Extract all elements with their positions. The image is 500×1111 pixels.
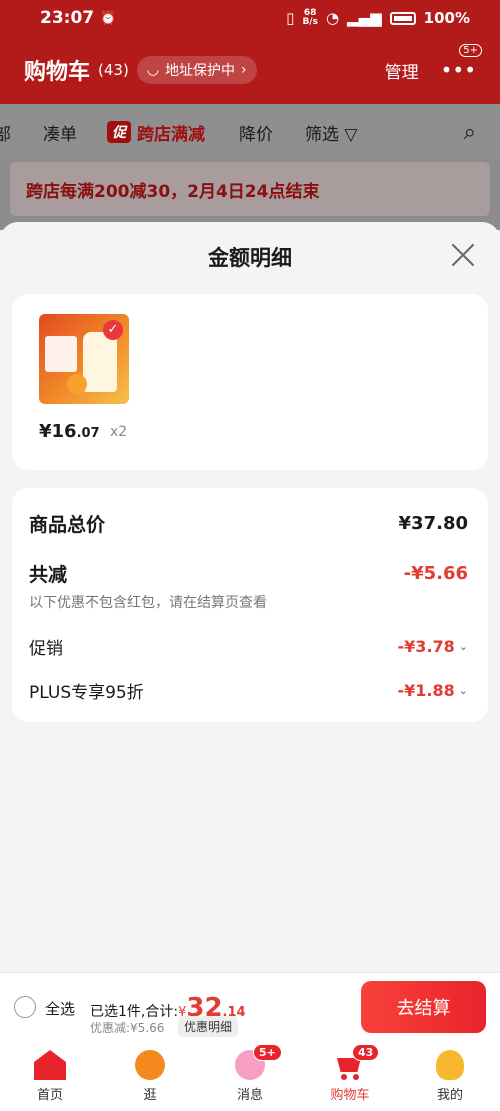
status-icons: ▯ 68 B/s ◔ ▂▄▆ 100%	[286, 8, 470, 28]
wifi-icon: ◔	[325, 9, 340, 27]
product-bottle-art	[83, 332, 117, 392]
product-quantity: x2	[110, 424, 128, 440]
check-icon: ✓	[103, 320, 123, 340]
cart-icon: 43	[334, 1044, 380, 1080]
plus-label: PLUS专享95折	[29, 683, 144, 703]
select-all-radio[interactable]	[14, 996, 36, 1018]
cart-wheel-art	[353, 1074, 359, 1080]
product-price-dec: .07	[76, 426, 100, 441]
status-time: 23:07	[40, 8, 95, 28]
page-title: 购物车	[24, 60, 91, 85]
total-label: 商品总价	[29, 514, 106, 536]
filter-bar: 部 凑单 促 跨店满减 降价 筛选 ▽ ⌕	[0, 104, 500, 160]
promo-label: 促销	[29, 639, 63, 659]
tab-me-label: 我的	[436, 1088, 463, 1103]
cart-badge: 43	[352, 1044, 380, 1061]
filter-cross-store-label: 跨店满减	[137, 124, 205, 145]
battery-percent: 100%	[423, 9, 470, 27]
filter-all[interactable]: 部	[0, 120, 11, 145]
tab-messages-label: 消息	[236, 1088, 263, 1103]
home-icon	[34, 1050, 66, 1080]
tab-home-label: 首页	[36, 1088, 63, 1103]
product-card: ✓ ¥16.07 x2	[12, 294, 488, 470]
search-icon[interactable]: ⌕	[464, 120, 476, 145]
promo-value: -¥3.78	[397, 637, 455, 656]
signal-icon: ▂▄▆	[347, 9, 382, 27]
tab-messages[interactable]: 5+ 消息	[200, 1042, 300, 1111]
tab-stroll-label: 逛	[143, 1088, 157, 1103]
filter-bundle[interactable]: 凑单	[43, 120, 77, 145]
total-row: 商品总价 ¥37.80	[29, 510, 468, 537]
funnel-icon: ▽	[344, 124, 358, 145]
cart-wheel-art	[341, 1074, 347, 1080]
net-speed: 68 B/s	[302, 8, 318, 27]
filter-screen[interactable]: 筛选 ▽	[305, 120, 357, 145]
tab-home[interactable]: 首页	[0, 1042, 100, 1111]
discount-note: 以下优惠不包含红包，请在结算页查看	[29, 595, 267, 611]
product-box-art	[45, 336, 77, 372]
reduce-row: 共减 -¥5.66	[29, 560, 468, 587]
filter-price-drop[interactable]: 降价	[239, 120, 273, 145]
selected-text: 已选1件,合计:	[90, 1004, 179, 1020]
product-price: ¥16.07	[39, 421, 100, 442]
chevron-down-icon: ⌄	[458, 684, 468, 697]
address-protection-button[interactable]: ◡ 地址保护中 ›	[136, 56, 257, 84]
tab-cart[interactable]: 43 购物车	[300, 1042, 400, 1111]
alarm-icon: ⏰	[100, 10, 117, 26]
plus-value: -¥1.88	[397, 681, 455, 700]
chevron-down-icon: ⌄	[458, 640, 468, 653]
select-all-label[interactable]: 全选	[45, 998, 75, 1019]
discount-summary: 优惠减:¥5.66	[90, 1021, 165, 1035]
product-price-main: ¥16	[39, 421, 77, 442]
tab-cart-label: 购物车	[330, 1088, 370, 1103]
filter-screen-label: 筛选	[305, 124, 339, 145]
checkout-button[interactable]: 去结算	[361, 981, 486, 1033]
checkout-bar: 全选 已选1件,合计:¥32.14 优惠减:¥5.66 优惠明细 去结算	[0, 972, 500, 1042]
manage-button[interactable]: 管理	[385, 58, 419, 83]
cart-count: (43)	[98, 61, 129, 79]
reduce-label: 共减	[29, 564, 68, 586]
promo-banner: 跨店每满200减30，2月4日24点结束	[10, 162, 490, 216]
reduce-value: -¥5.66	[403, 563, 468, 584]
plus-row[interactable]: PLUS专享95折 -¥1.88 ⌄	[29, 678, 468, 703]
promo-banner-text: 跨店每满200减30，2月4日24点结束	[26, 181, 320, 202]
more-badge: 5+	[459, 44, 482, 57]
amount-breakdown-card: 商品总价 ¥37.80 共减 -¥5.66 以下优惠不包含红包，请在结算页查看 …	[12, 488, 488, 722]
sheet-title: 金额明细	[208, 246, 292, 270]
message-icon: 5+	[235, 1044, 282, 1080]
orange-art	[67, 374, 87, 394]
product-thumbnail[interactable]: ✓	[39, 314, 129, 404]
filter-cross-store[interactable]: 促 跨店满减	[107, 120, 205, 145]
cart-header: 购物车 (43) ◡ 地址保护中 › 管理 ••• 5+	[0, 36, 500, 104]
chevron-right-icon: ›	[241, 62, 247, 78]
vibrate-icon: ▯	[286, 9, 295, 27]
status-bar: 23:07 ⏰ ▯ 68 B/s ◔ ▂▄▆ 100%	[0, 0, 500, 36]
bottom-tab-bar: 首页 逛 5+ 消息 43 购物车 我的	[0, 1042, 500, 1111]
close-icon[interactable]	[450, 242, 476, 268]
amount-detail-sheet: 金额明细 ✓ ¥16.07 x2 商品总价 ¥37.80 共减 -¥5.66 以…	[0, 222, 500, 972]
promo-tag: 促	[107, 121, 131, 143]
stroll-icon	[135, 1050, 165, 1080]
messages-badge: 5+	[253, 1044, 282, 1061]
promo-row[interactable]: 促销 -¥3.78 ⌄	[29, 634, 468, 659]
battery-icon	[389, 11, 416, 25]
profile-icon	[436, 1050, 464, 1080]
discount-detail-button[interactable]: 优惠明细	[178, 1016, 239, 1037]
address-protection-label: 地址保护中	[165, 63, 236, 79]
total-value: ¥37.80	[398, 513, 468, 534]
more-button[interactable]: ••• 5+	[440, 44, 482, 82]
tab-me[interactable]: 我的	[400, 1042, 500, 1111]
shield-icon: ◡	[146, 62, 160, 78]
tab-stroll[interactable]: 逛	[100, 1042, 200, 1111]
more-dots-icon: •••	[440, 58, 476, 82]
